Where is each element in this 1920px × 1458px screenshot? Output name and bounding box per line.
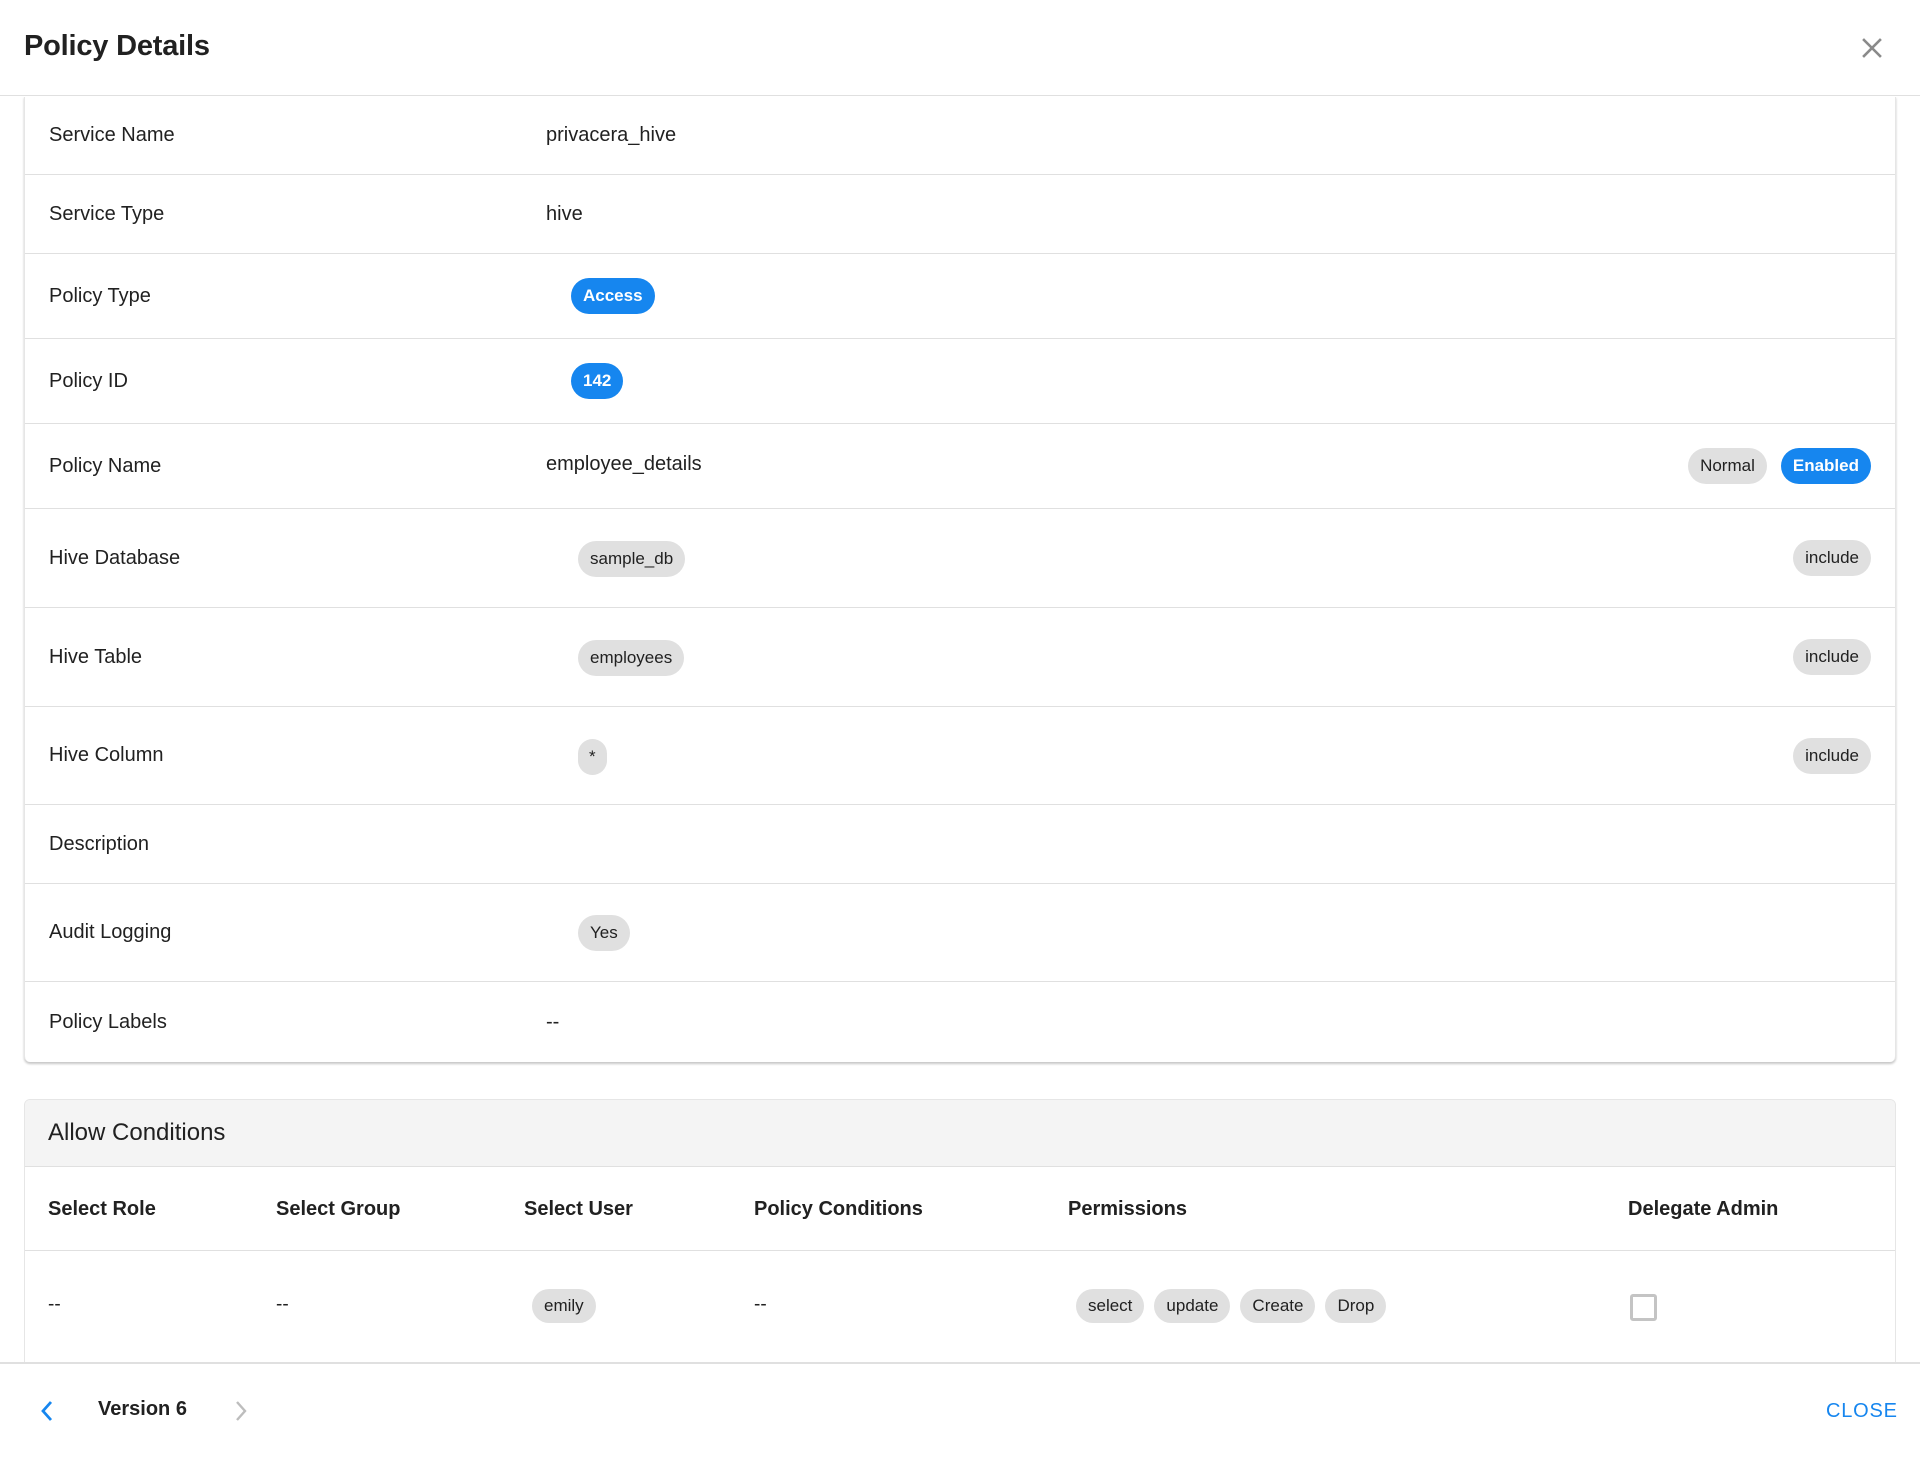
hive-database-mode-badge: include bbox=[1793, 540, 1871, 576]
status-badge: Enabled bbox=[1780, 448, 1871, 484]
row-policy-labels: Policy Labels -- bbox=[25, 982, 1895, 1062]
policy-details-card: Service Name privacera_hive Service Type… bbox=[24, 97, 1896, 1062]
hive-table-mode-badge: include bbox=[1793, 639, 1871, 675]
hive-column-mode-badge: include bbox=[1793, 737, 1871, 774]
hive-table-label: Hive Table bbox=[49, 645, 143, 668]
hive-column-chip: * bbox=[578, 738, 607, 775]
dialog-footer: Version 6 CLOSE bbox=[0, 1362, 1920, 1458]
audit-logging-chip: Yes bbox=[578, 914, 630, 951]
policy-labels-value: -- bbox=[546, 1010, 560, 1033]
hive-column-label: Hive Column bbox=[49, 744, 164, 766]
row-service-name: Service Name privacera_hive bbox=[25, 97, 1895, 175]
policy-type-badge: Access bbox=[571, 278, 655, 314]
dialog-title: Policy Details bbox=[24, 30, 210, 62]
row-policy-type: Policy Type Access bbox=[25, 254, 1895, 339]
permission-chip: Create bbox=[1240, 1289, 1316, 1323]
service-type-label: Service Type bbox=[49, 202, 165, 225]
row-policy-id: Policy ID 142 bbox=[25, 339, 1895, 424]
column-header-select-group: Select Group bbox=[276, 1198, 401, 1220]
description-label: Description bbox=[49, 832, 150, 855]
close-icon[interactable] bbox=[1854, 30, 1890, 66]
service-name-value: privacera_hive bbox=[546, 123, 677, 146]
chevron-left-icon[interactable] bbox=[36, 1398, 60, 1424]
service-type-value: hive bbox=[546, 202, 583, 225]
conditions-value: -- bbox=[754, 1294, 767, 1315]
allow-conditions-header: Allow Conditions bbox=[25, 1100, 1895, 1167]
row-hive-table: Hive Table employees include bbox=[25, 608, 1895, 707]
row-service-type: Service Type hive bbox=[25, 175, 1895, 254]
hive-database-chip: sample_db bbox=[578, 541, 686, 577]
hive-table-chip: employees bbox=[578, 640, 685, 676]
permission-chip: update bbox=[1154, 1289, 1231, 1323]
allow-conditions-title: Allow Conditions bbox=[48, 1119, 226, 1146]
policy-type-label: Policy Type bbox=[49, 284, 151, 307]
column-header-policy-conditions: Policy Conditions bbox=[754, 1198, 923, 1220]
column-header-delegate-admin: Delegate Admin bbox=[1628, 1198, 1779, 1220]
close-button[interactable]: CLOSE bbox=[1826, 1400, 1898, 1423]
policy-id-badge: 142 bbox=[571, 363, 624, 399]
row-audit-logging: Audit Logging Yes bbox=[25, 884, 1895, 982]
row-description: Description bbox=[25, 805, 1895, 884]
user-chip: emily bbox=[532, 1289, 596, 1323]
column-header-select-user: Select User bbox=[524, 1198, 633, 1220]
permission-chip: Drop bbox=[1325, 1289, 1387, 1323]
table-row: -- -- emily -- select update Create Drop bbox=[25, 1251, 1895, 1362]
dialog-header: Policy Details bbox=[0, 0, 1920, 96]
delegate-admin-checkbox[interactable] bbox=[1630, 1294, 1657, 1321]
hive-database-label: Hive Database bbox=[49, 546, 181, 569]
dialog-content[interactable]: Service Name privacera_hive Service Type… bbox=[0, 97, 1920, 1362]
row-hive-column: Hive Column * include bbox=[25, 707, 1895, 805]
permission-chip: select bbox=[1076, 1289, 1145, 1323]
policy-labels-label: Policy Labels bbox=[49, 1010, 167, 1033]
policy-id-label: Policy ID bbox=[49, 369, 128, 392]
service-name-label: Service Name bbox=[49, 123, 175, 146]
row-hive-database: Hive Database sample_db include bbox=[25, 509, 1895, 608]
row-policy-name: Policy Name employee_details Normal Enab… bbox=[25, 424, 1895, 509]
audit-logging-label: Audit Logging bbox=[49, 921, 172, 943]
column-header-permissions: Permissions bbox=[1068, 1198, 1187, 1220]
column-header-select-role: Select Role bbox=[48, 1198, 156, 1220]
chevron-right-icon[interactable] bbox=[228, 1398, 252, 1424]
group-value: -- bbox=[276, 1294, 289, 1315]
version-label: Version 6 bbox=[98, 1398, 187, 1420]
permissions-list: select update Create Drop bbox=[1076, 1289, 1387, 1323]
allow-conditions-table-header: Select Role Select Group Select User Pol… bbox=[25, 1167, 1895, 1251]
role-value: -- bbox=[48, 1294, 61, 1315]
policy-name-label: Policy Name bbox=[49, 454, 162, 477]
allow-conditions-card: Allow Conditions Select Role Select Grou… bbox=[24, 1099, 1896, 1362]
policy-name-value: employee_details bbox=[546, 452, 702, 475]
priority-badge: Normal bbox=[1688, 448, 1767, 484]
